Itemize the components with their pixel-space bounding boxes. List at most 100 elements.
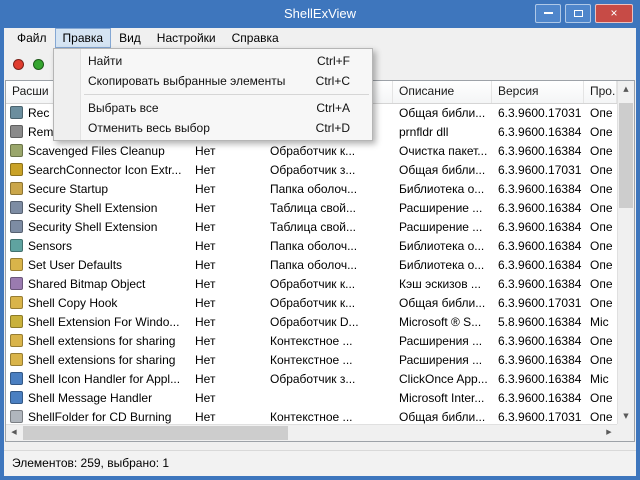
row-name: Secure Startup xyxy=(28,181,109,196)
row-name: Scavenged Files Cleanup xyxy=(28,143,165,158)
scroll-left-icon[interactable]: ◀ xyxy=(6,425,22,441)
row-description-cell: ClickOnce App... xyxy=(399,371,488,386)
row-version-cell: 6.3.9600.16384 xyxy=(498,352,582,367)
menu-item-label: Найти xyxy=(88,54,123,68)
row-version-cell: 6.3.9600.16384 xyxy=(498,238,582,253)
scroll-up-icon[interactable]: ▲ xyxy=(618,81,634,97)
table-row[interactable]: Shared Bitmap Object Нет Обработчик к... Кэ… xyxy=(6,274,617,293)
table-row[interactable]: Shell extensions for sharing Нет Контекстн… xyxy=(6,331,617,350)
row-name-cell: Shared Bitmap Object xyxy=(6,277,189,291)
menu-item-shortcut: Ctrl+A xyxy=(316,101,350,115)
table-row[interactable]: Shell Copy Hook Нет Обработчик к... Общая б… xyxy=(6,293,617,312)
menu-item-select-all[interactable]: Выбрать все Ctrl+A xyxy=(54,98,372,118)
menu-help[interactable]: Справка xyxy=(224,28,287,48)
row-description-cell: Библиотека о... xyxy=(399,181,485,196)
table-row[interactable]: Shell extensions for sharing Нет Контекстн… xyxy=(6,350,617,369)
properties-icon xyxy=(10,220,23,233)
row-product-cell: Опе xyxy=(590,390,613,405)
maximize-button[interactable] xyxy=(565,4,591,23)
row-type-cell: Таблица свой... xyxy=(270,200,357,215)
table-row[interactable]: Shell Message Handler Нет Microsoft Inter.… xyxy=(6,388,617,407)
table-row[interactable]: Shell Icon Handler for Appl... Нет Обработ… xyxy=(6,369,617,388)
share-folder-icon xyxy=(10,334,23,347)
row-product-cell: Опе xyxy=(590,238,613,253)
status-text: Элементов: 259, выбрано: 1 xyxy=(12,456,170,470)
row-description-cell: Microsoft Inter... xyxy=(399,390,485,405)
table-row[interactable]: ShellFolder for CD Burning Нет Контекстное… xyxy=(6,407,617,424)
table-row[interactable]: Secure Startup Нет Папка оболоч... Библиоте… xyxy=(6,179,617,198)
client-area: Файл Правка Вид Настройки Справка Расши … xyxy=(4,28,636,476)
row-version-cell: 6.3.9600.16384 xyxy=(498,276,582,291)
menu-edit[interactable]: Правка xyxy=(54,28,112,48)
row-name-cell: Shell extensions for sharing xyxy=(6,353,189,367)
edit-menu-popup: Найти Ctrl+F Скопировать выбранные элеме… xyxy=(53,48,373,141)
table-row[interactable]: SearchConnector Icon Extr... Нет Обработчи… xyxy=(6,160,617,179)
column-header-product[interactable]: Про... xyxy=(584,81,617,103)
vertical-scroll-thumb[interactable] xyxy=(619,103,633,208)
table-row[interactable]: Sensors Нет Папка оболоч... Библиотека о...… xyxy=(6,236,617,255)
cleanup-icon xyxy=(10,144,23,157)
row-disabled-cell: Нет xyxy=(195,352,216,367)
table-row[interactable]: Security Shell Extension Нет Таблица свой.… xyxy=(6,198,617,217)
row-name-cell: Set User Defaults xyxy=(6,258,189,272)
table-row[interactable]: Scavenged Files Cleanup Нет Обработчик к..… xyxy=(6,141,617,160)
status-bar: Элементов: 259, выбрано: 1 xyxy=(4,450,636,476)
row-product-cell: Опе xyxy=(590,219,613,234)
caption-buttons: × xyxy=(535,4,633,23)
close-button[interactable]: × xyxy=(595,4,633,23)
row-name: Shell extensions for sharing xyxy=(28,352,176,367)
disable-selected-icon[interactable] xyxy=(13,58,24,70)
row-version-cell: 6.3.9600.16384 xyxy=(498,333,582,348)
column-header-version[interactable]: Версия xyxy=(492,81,584,103)
scroll-down-icon[interactable]: ▼ xyxy=(618,408,634,424)
row-version-cell: 6.3.9600.17031 xyxy=(498,409,582,424)
row-description-cell: prnfldr dll xyxy=(399,124,449,139)
row-version-cell: 6.3.9600.17031 xyxy=(498,295,582,310)
close-icon: × xyxy=(610,6,618,20)
row-product-cell: Опе xyxy=(590,352,613,367)
script-icon xyxy=(10,315,23,328)
row-disabled-cell: Нет xyxy=(195,276,216,291)
image-icon xyxy=(10,277,23,290)
row-product-cell: Mic xyxy=(590,371,609,386)
vertical-scrollbar[interactable]: ▲ ▼ xyxy=(617,81,634,424)
table-row[interactable]: Set User Defaults Нет Папка оболоч... Библи… xyxy=(6,255,617,274)
table-row[interactable]: Shell Extension For Windo... Нет Обработчи… xyxy=(6,312,617,331)
enable-selected-icon[interactable] xyxy=(33,58,44,70)
column-header-description[interactable]: Описание xyxy=(393,81,492,103)
row-product-cell: Mic xyxy=(590,314,609,329)
menu-item-find[interactable]: Найти Ctrl+F xyxy=(54,51,372,71)
menu-file[interactable]: Файл xyxy=(9,28,55,48)
lock-icon xyxy=(10,182,23,195)
titlebar[interactable]: ShellExView × xyxy=(0,0,640,28)
row-product-cell: Опе xyxy=(590,276,613,291)
row-version-cell: 6.3.9600.17031 xyxy=(498,162,582,177)
minimize-button[interactable] xyxy=(535,4,561,23)
row-version-cell: 6.3.9600.16384 xyxy=(498,124,582,139)
menu-item-copy-selected[interactable]: Скопировать выбранные элементы Ctrl+C xyxy=(54,71,372,91)
row-disabled-cell: Нет xyxy=(195,314,216,329)
properties-icon xyxy=(10,201,23,214)
row-disabled-cell: Нет xyxy=(195,162,216,177)
table-row[interactable]: Security Shell Extension Нет Таблица свой.… xyxy=(6,217,617,236)
horizontal-scroll-thumb[interactable] xyxy=(23,426,288,440)
row-description-cell: Библиотека о... xyxy=(399,238,485,253)
row-type-cell: Обработчик к... xyxy=(270,143,356,158)
menu-options[interactable]: Настройки xyxy=(149,28,224,48)
horizontal-scrollbar[interactable]: ◀ ▶ xyxy=(6,424,617,441)
row-version-cell: 6.3.9600.16384 xyxy=(498,390,582,405)
menu-item-deselect-all[interactable]: Отменить весь выбор Ctrl+D xyxy=(54,118,372,138)
app-icon xyxy=(10,372,23,385)
menu-item-label: Выбрать все xyxy=(88,101,159,115)
folder-icon xyxy=(10,258,23,271)
menubar: Файл Правка Вид Настройки Справка xyxy=(4,28,636,48)
row-name: ShellFolder for CD Burning xyxy=(28,409,172,424)
row-name-cell: Shell Extension For Windo... xyxy=(6,315,189,329)
row-disabled-cell: Нет xyxy=(195,257,216,272)
scroll-right-icon[interactable]: ▶ xyxy=(601,425,617,441)
row-version-cell: 6.3.9600.16384 xyxy=(498,219,582,234)
menu-view[interactable]: Вид xyxy=(111,28,149,48)
row-type-cell: Папка оболоч... xyxy=(270,257,358,272)
table-rows: Rec Общая библи... 6.3.9600.17031 Опе Rem prn… xyxy=(6,103,617,424)
row-name-cell: Security Shell Extension xyxy=(6,201,189,215)
